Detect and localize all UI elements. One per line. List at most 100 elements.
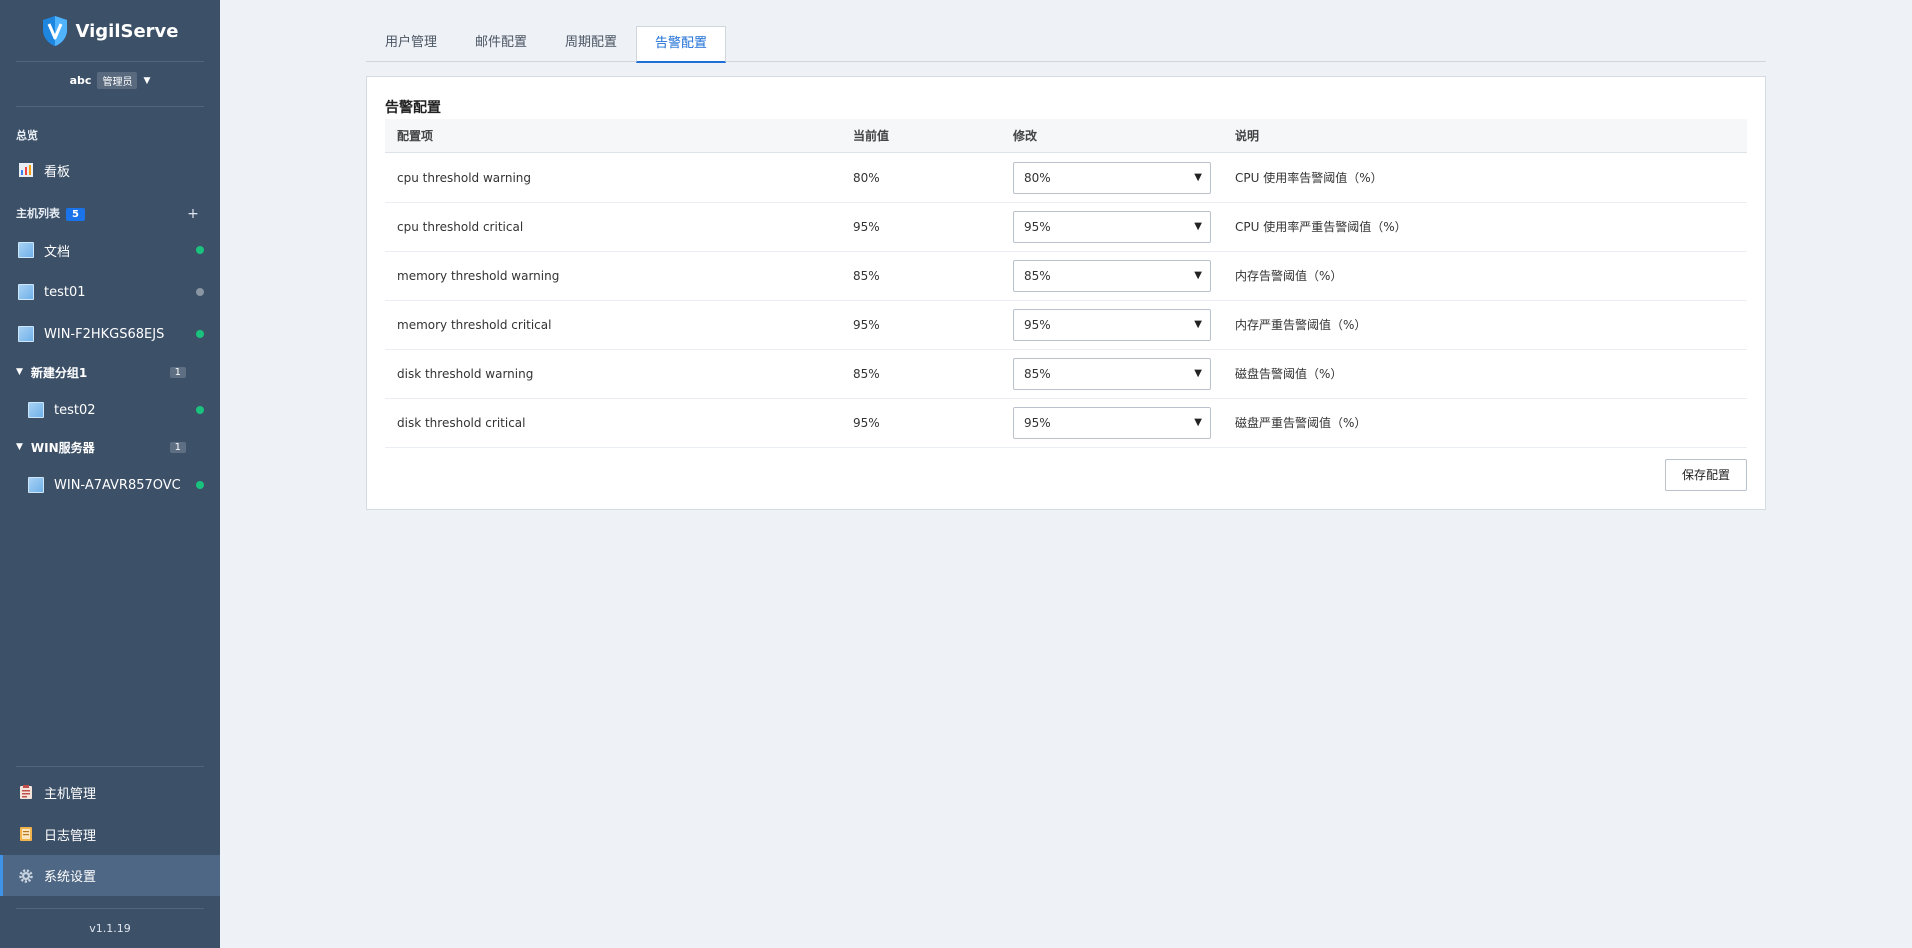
server-icon — [18, 242, 34, 258]
config-description: CPU 使用率严重告警阈值（%） — [1235, 220, 1407, 234]
column-header: 当前值 — [853, 129, 890, 143]
threshold-select[interactable]: 85% ▼ — [1013, 358, 1211, 390]
table-row: disk threshold warning 85% 85% ▼ 磁盘告警阈值（%… — [385, 350, 1747, 399]
group-count-badge: 1 — [169, 441, 186, 453]
column-header: 说明 — [1235, 129, 1260, 143]
table-row: memory threshold warning 85% 85% ▼ 内存告警阈值… — [385, 252, 1747, 301]
selected-value: 85% — [1024, 269, 1051, 283]
threshold-select[interactable]: 80% ▼ — [1013, 162, 1211, 194]
config-description: 内存严重告警阈值（%） — [1235, 318, 1367, 332]
nav-label: 系统设置 — [44, 870, 97, 885]
tab-period-config[interactable]: 周期配置 — [546, 26, 636, 62]
column-header: 修改 — [1013, 129, 1038, 143]
table-row: memory threshold critical 95% 95% ▼ 内存严重告… — [385, 301, 1747, 350]
divider — [16, 766, 204, 767]
host-name: test01 — [44, 284, 86, 300]
config-description: CPU 使用率告警阈值（%） — [1235, 171, 1383, 185]
column-header: 配置项 — [397, 129, 434, 143]
bar-chart-icon — [19, 163, 33, 177]
chevron-down-icon: ▼ — [1194, 368, 1202, 379]
log-book-icon — [20, 827, 32, 841]
sidebar: VigilServe abc 管理员 ▼ 总览 看板 主机列表 5 + 文档 te… — [0, 0, 220, 948]
config-item: cpu threshold warning — [397, 171, 532, 185]
server-icon — [28, 477, 44, 493]
host-group-toggle[interactable]: ▼ 新建分组1 1 — [0, 360, 220, 384]
caret-down-icon[interactable]: ▼ — [143, 76, 150, 86]
divider — [16, 61, 204, 62]
threshold-select[interactable]: 95% ▼ — [1013, 211, 1211, 243]
host-list-header: 主机列表 5 — [16, 205, 85, 221]
selected-value: 95% — [1024, 318, 1051, 332]
host-list-label: 主机列表 — [16, 207, 60, 220]
status-online-dot — [196, 330, 204, 338]
config-item: memory threshold critical — [397, 318, 552, 332]
chevron-down-icon: ▼ — [1194, 172, 1202, 183]
nav-dashboard-label: 看板 — [44, 164, 71, 180]
tab-alert-config[interactable]: 告警配置 — [636, 26, 726, 63]
current-value: 95% — [853, 318, 880, 332]
settings-tabs: 用户管理 邮件配置 周期配置 告警配置 — [366, 26, 1766, 63]
server-icon — [18, 284, 34, 300]
gear-icon — [19, 868, 33, 883]
selected-value: 95% — [1024, 220, 1051, 234]
sidebar-host-item[interactable]: test01 — [0, 274, 220, 310]
status-online-dot — [196, 406, 204, 414]
user-menu[interactable]: abc 管理员 ▼ — [0, 72, 220, 89]
host-count-badge: 5 — [66, 208, 85, 221]
server-icon — [28, 402, 44, 418]
config-description: 内存告警阈值（%） — [1235, 269, 1343, 283]
role-badge: 管理员 — [97, 72, 138, 89]
server-icon — [18, 326, 34, 342]
triangle-down-icon: ▼ — [16, 442, 23, 452]
current-value: 85% — [853, 367, 880, 381]
tab-mail-config[interactable]: 邮件配置 — [456, 26, 546, 62]
nav-host-management[interactable]: 主机管理 — [0, 774, 220, 810]
nav-system-settings[interactable]: 系统设置 — [0, 855, 220, 896]
host-name: test02 — [54, 402, 96, 418]
tab-user-management[interactable]: 用户管理 — [366, 26, 456, 62]
host-group-toggle[interactable]: ▼ WIN服务器 1 — [0, 435, 220, 459]
sidebar-host-item[interactable]: WIN-F2HKGS68EJS — [0, 316, 220, 352]
table-row: cpu threshold warning 80% 80% ▼ CPU 使用率告警… — [385, 154, 1747, 203]
add-host-button[interactable]: + — [186, 206, 200, 222]
current-value: 80% — [853, 171, 880, 185]
brand: VigilServe — [0, 14, 220, 48]
host-name: WIN-A7AVR857OVC — [54, 477, 181, 493]
config-item: cpu threshold critical — [397, 220, 524, 234]
sidebar-host-item[interactable]: WIN-A7AVR857OVC — [0, 467, 220, 503]
current-value: 85% — [853, 269, 880, 283]
threshold-select[interactable]: 95% ▼ — [1013, 309, 1211, 341]
triangle-down-icon: ▼ — [16, 367, 23, 377]
app-version: v1.1.19 — [89, 922, 131, 935]
shield-logo-icon — [42, 16, 67, 46]
nav-log-management[interactable]: 日志管理 — [0, 816, 220, 852]
save-config-button[interactable]: 保存配置 — [1665, 459, 1747, 491]
status-online-dot — [196, 246, 204, 254]
threshold-select[interactable]: 85% ▼ — [1013, 260, 1211, 292]
group-name: 新建分组1 — [30, 365, 88, 380]
host-name: WIN-F2HKGS68EJS — [44, 326, 165, 342]
selected-value: 80% — [1024, 171, 1051, 185]
chevron-down-icon: ▼ — [1194, 270, 1202, 281]
overview-label: 总览 — [16, 129, 38, 142]
nav-label: 日志管理 — [44, 828, 97, 844]
config-item: memory threshold warning — [397, 269, 560, 283]
threshold-select[interactable]: 95% ▼ — [1013, 407, 1211, 439]
table-row: disk threshold critical 95% 95% ▼ 磁盘严重告警阈… — [385, 399, 1747, 448]
group-name: WIN服务器 — [30, 440, 95, 455]
config-item: disk threshold warning — [397, 367, 534, 381]
chevron-down-icon: ▼ — [1194, 221, 1202, 232]
user-name: abc — [69, 74, 92, 87]
selected-value: 85% — [1024, 367, 1051, 381]
config-item: disk threshold critical — [397, 416, 526, 430]
status-offline-dot — [196, 288, 204, 296]
sidebar-host-item[interactable]: test02 — [0, 392, 220, 428]
nav-label: 主机管理 — [44, 786, 97, 802]
current-value: 95% — [853, 416, 880, 430]
sidebar-host-item[interactable]: 文档 — [0, 232, 220, 268]
config-description: 磁盘告警阈值（%） — [1235, 367, 1343, 381]
nav-dashboard[interactable]: 看板 — [0, 152, 220, 188]
divider — [16, 106, 204, 107]
app-name: VigilServe — [75, 20, 179, 42]
table-header: 配置项 当前值 修改 说明 — [385, 119, 1747, 153]
